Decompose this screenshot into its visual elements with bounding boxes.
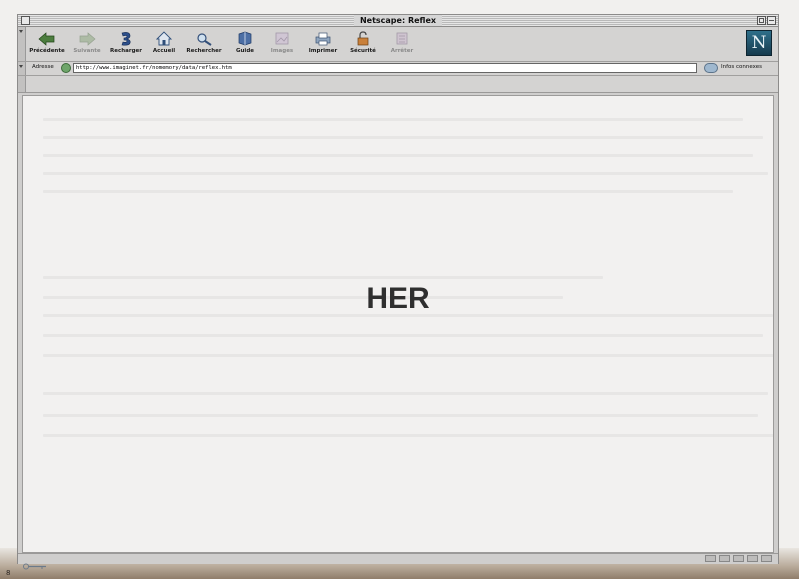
faint-text-line xyxy=(43,392,768,395)
faint-text-line xyxy=(43,434,773,437)
page-number: 8 xyxy=(6,569,11,577)
toolbar-collapse-tab[interactable] xyxy=(18,27,26,61)
component-bar xyxy=(702,555,772,563)
location-bar: Adresse http://www.imaginet.fr/nomemory/… xyxy=(18,62,778,76)
window-title: Netscape: Reflex xyxy=(353,15,443,26)
related-links-icon[interactable] xyxy=(704,63,718,73)
stop-button[interactable]: Arrêter xyxy=(386,30,418,58)
page-proxy-icon[interactable] xyxy=(61,63,71,73)
reload-icon xyxy=(116,30,136,47)
guide-button[interactable]: Guide xyxy=(230,30,260,58)
print-button[interactable]: Imprimer xyxy=(306,30,340,58)
home-button[interactable]: Accueil xyxy=(148,30,180,58)
personal-toolbar xyxy=(18,76,778,93)
navigator-icon[interactable] xyxy=(705,555,716,562)
print-icon xyxy=(313,30,333,47)
faint-text-line xyxy=(43,334,763,337)
zoom-box-icon[interactable] xyxy=(757,16,766,25)
guide-icon xyxy=(235,30,255,47)
url-input[interactable]: http://www.imaginet.fr/nomemory/data/ref… xyxy=(73,63,697,73)
address-label: Adresse xyxy=(32,64,54,70)
images-button[interactable]: Images xyxy=(266,30,298,58)
faint-text-line xyxy=(43,118,743,121)
reload-button[interactable]: Recharger xyxy=(108,30,144,58)
home-icon xyxy=(154,30,174,47)
title-bar[interactable]: Netscape: Reflex xyxy=(18,15,778,27)
faint-text-line xyxy=(43,136,763,139)
security-button[interactable]: Sécurité xyxy=(346,30,380,58)
page-content: HER xyxy=(22,95,774,553)
related-links-label[interactable]: Infos connexes xyxy=(721,64,762,70)
faint-text-line xyxy=(43,190,733,193)
faint-text-line xyxy=(43,172,768,175)
faint-text-line xyxy=(43,414,758,417)
security-lock-icon xyxy=(353,30,373,47)
newsgroups-icon[interactable] xyxy=(733,555,744,562)
status-bar xyxy=(18,553,778,570)
address-book-icon[interactable] xyxy=(747,555,758,562)
browser-window: Netscape: Reflex Précédente Suivante Rec… xyxy=(17,14,779,570)
forward-button[interactable]: Suivante xyxy=(70,30,104,58)
forward-arrow-icon xyxy=(77,30,97,47)
navigation-toolbar: Précédente Suivante Recharger Accueil Re xyxy=(18,27,778,62)
images-icon xyxy=(272,30,292,47)
faint-text-line xyxy=(43,276,603,279)
page-headline: HER xyxy=(366,282,430,315)
netscape-logo[interactable]: N xyxy=(746,30,772,56)
personal-toolbar-collapse-tab[interactable] xyxy=(18,76,26,92)
search-button[interactable]: Rechercher xyxy=(184,30,224,58)
back-button[interactable]: Précédente xyxy=(28,30,66,58)
stop-icon xyxy=(392,30,412,47)
faint-text-line xyxy=(43,354,773,357)
close-box-icon[interactable] xyxy=(21,16,30,25)
location-collapse-tab[interactable] xyxy=(18,62,26,75)
mail-icon[interactable] xyxy=(719,555,730,562)
faint-text-line xyxy=(43,154,753,157)
collapse-box-icon[interactable] xyxy=(767,16,776,25)
composer-icon[interactable] xyxy=(761,555,772,562)
security-key-icon[interactable] xyxy=(22,555,48,570)
back-arrow-icon xyxy=(37,30,57,47)
search-icon xyxy=(194,30,214,47)
